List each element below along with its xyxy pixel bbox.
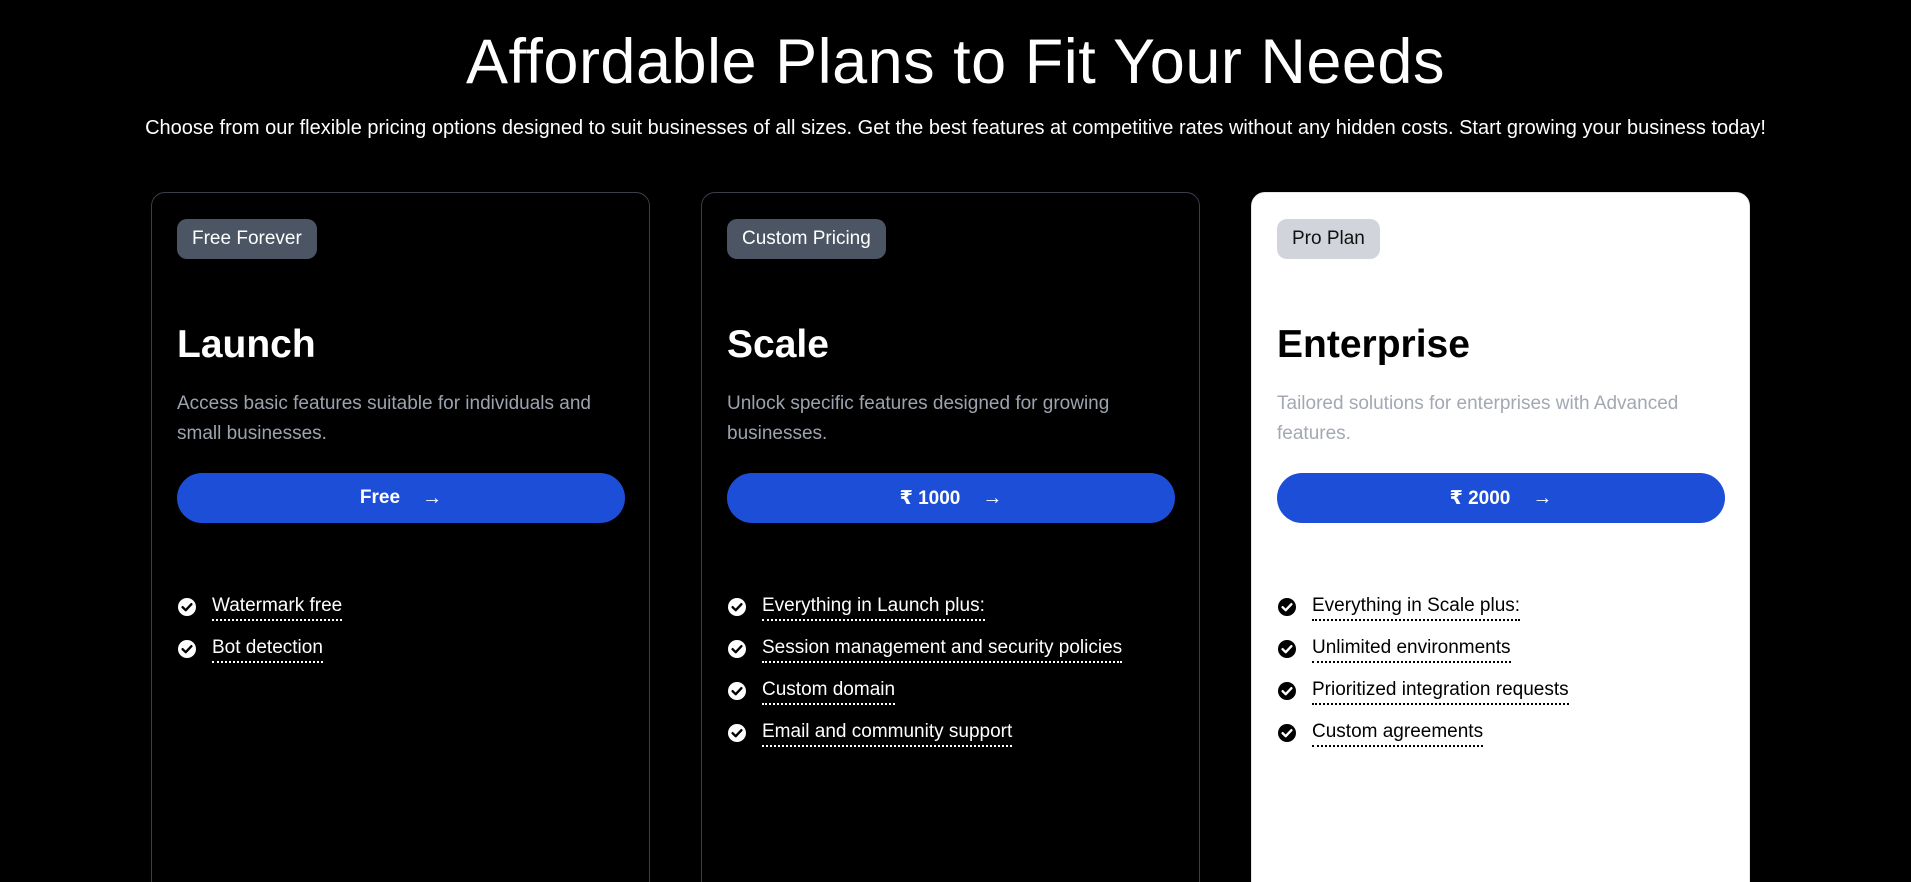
pricing-page: Affordable Plans to Fit Your Needs Choos… — [0, 0, 1911, 882]
feature-item: Prioritized integration requests — [1277, 670, 1569, 712]
feature-item: Custom domain — [727, 670, 1122, 712]
feature-item: Email and community support — [727, 712, 1122, 754]
pricing-card-launch: Free Forever Launch Access basic feature… — [151, 192, 650, 882]
check-circle-icon — [1278, 724, 1296, 742]
plan-name: Launch — [177, 323, 316, 366]
feature-label[interactable]: Watermark free — [212, 594, 343, 621]
feature-label[interactable]: Email and community support — [762, 720, 1013, 747]
page-title: Affordable Plans to Fit Your Needs — [466, 27, 1445, 97]
feature-item: Unlimited environments — [1277, 628, 1569, 670]
feature-label[interactable]: Custom agreements — [1312, 720, 1484, 747]
check-circle-icon — [728, 724, 746, 742]
feature-item: Custom agreements — [1277, 712, 1569, 754]
feature-item: Watermark free — [177, 586, 343, 628]
enterprise-price-button[interactable]: ₹ 2000 → — [1277, 473, 1725, 523]
page-subtitle: Choose from our flexible pricing options… — [145, 117, 1766, 139]
feature-list: Watermark free Bot detection — [177, 586, 343, 670]
price-label: ₹ 1000 — [899, 487, 961, 509]
arrow-right-icon: → — [1532, 487, 1553, 509]
feature-item: Session management and security policies — [727, 628, 1123, 670]
plan-name: Scale — [727, 323, 829, 366]
feature-list: Everything in Launch plus: Session manag… — [727, 586, 1123, 754]
check-circle-icon — [728, 682, 746, 700]
check-circle-icon — [178, 598, 196, 616]
feature-label[interactable]: Custom domain — [762, 678, 896, 705]
arrow-right-icon: → — [982, 487, 1003, 509]
check-circle-icon — [1278, 598, 1296, 616]
plan-badge: Custom Pricing — [727, 219, 886, 259]
feature-label[interactable]: Unlimited environments — [1312, 636, 1511, 663]
arrow-right-icon: → — [422, 487, 443, 509]
pricing-card-scale: Custom Pricing Scale Unlock specific fea… — [701, 192, 1200, 882]
check-circle-icon — [728, 598, 746, 616]
plan-badge: Free Forever — [177, 219, 317, 259]
price-label: ₹ 2000 — [1449, 487, 1511, 509]
plan-badge: Pro Plan — [1277, 219, 1380, 259]
check-circle-icon — [728, 640, 746, 658]
check-circle-icon — [1278, 682, 1296, 700]
feature-label[interactable]: Bot detection — [212, 636, 323, 663]
feature-label[interactable]: Everything in Launch plus: — [762, 594, 985, 621]
feature-item: Everything in Scale plus: — [1277, 586, 1569, 628]
plan-description: Tailored solutions for enterprises with … — [1277, 393, 1679, 444]
check-circle-icon — [1278, 640, 1296, 658]
feature-label[interactable]: Everything in Scale plus: — [1312, 594, 1521, 621]
check-circle-icon — [178, 640, 196, 658]
plan-name: Enterprise — [1277, 323, 1470, 366]
feature-label[interactable]: Session management and security policies — [762, 636, 1123, 663]
feature-label[interactable]: Prioritized integration requests — [1312, 678, 1569, 705]
feature-list: Everything in Scale plus: Unlimited envi… — [1277, 586, 1569, 754]
launch-price-button[interactable]: Free → — [177, 473, 625, 523]
pricing-card-enterprise: Pro Plan Enterprise Tailored solutions f… — [1251, 192, 1750, 882]
price-label: Free — [359, 487, 401, 508]
feature-item: Bot detection — [177, 628, 342, 670]
scale-price-button[interactable]: ₹ 1000 → — [727, 473, 1175, 523]
plan-description: Unlock specific features designed for gr… — [727, 393, 1110, 444]
plan-description: Access basic features suitable for indiv… — [177, 393, 592, 444]
feature-item: Everything in Launch plus: — [727, 586, 1122, 628]
